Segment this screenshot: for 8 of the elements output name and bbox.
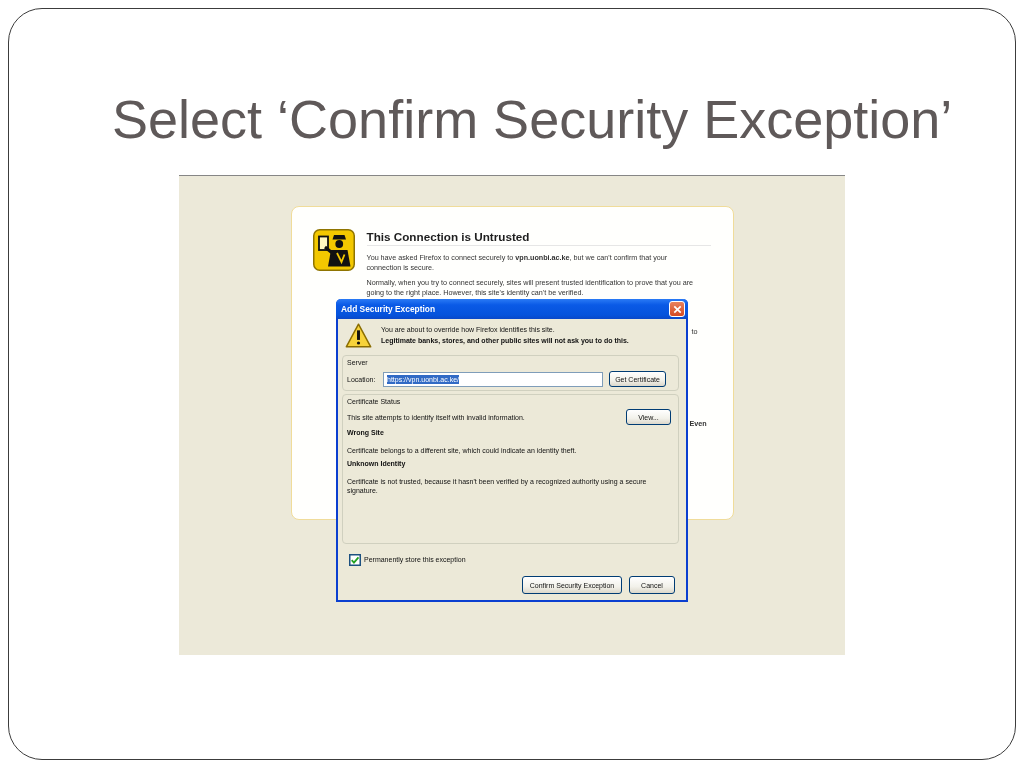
officer-with-document-icon (312, 229, 355, 271)
checkbox[interactable] (349, 553, 361, 566)
close-button[interactable] (669, 301, 685, 317)
slide-title: Select ‘Confirm Security Exception’ (112, 89, 953, 149)
close-icon (672, 304, 682, 314)
dialog-title: Add Security Exception (341, 304, 436, 314)
page-heading: This Connection is Untrusted (366, 229, 711, 246)
warning-icon (345, 323, 372, 348)
